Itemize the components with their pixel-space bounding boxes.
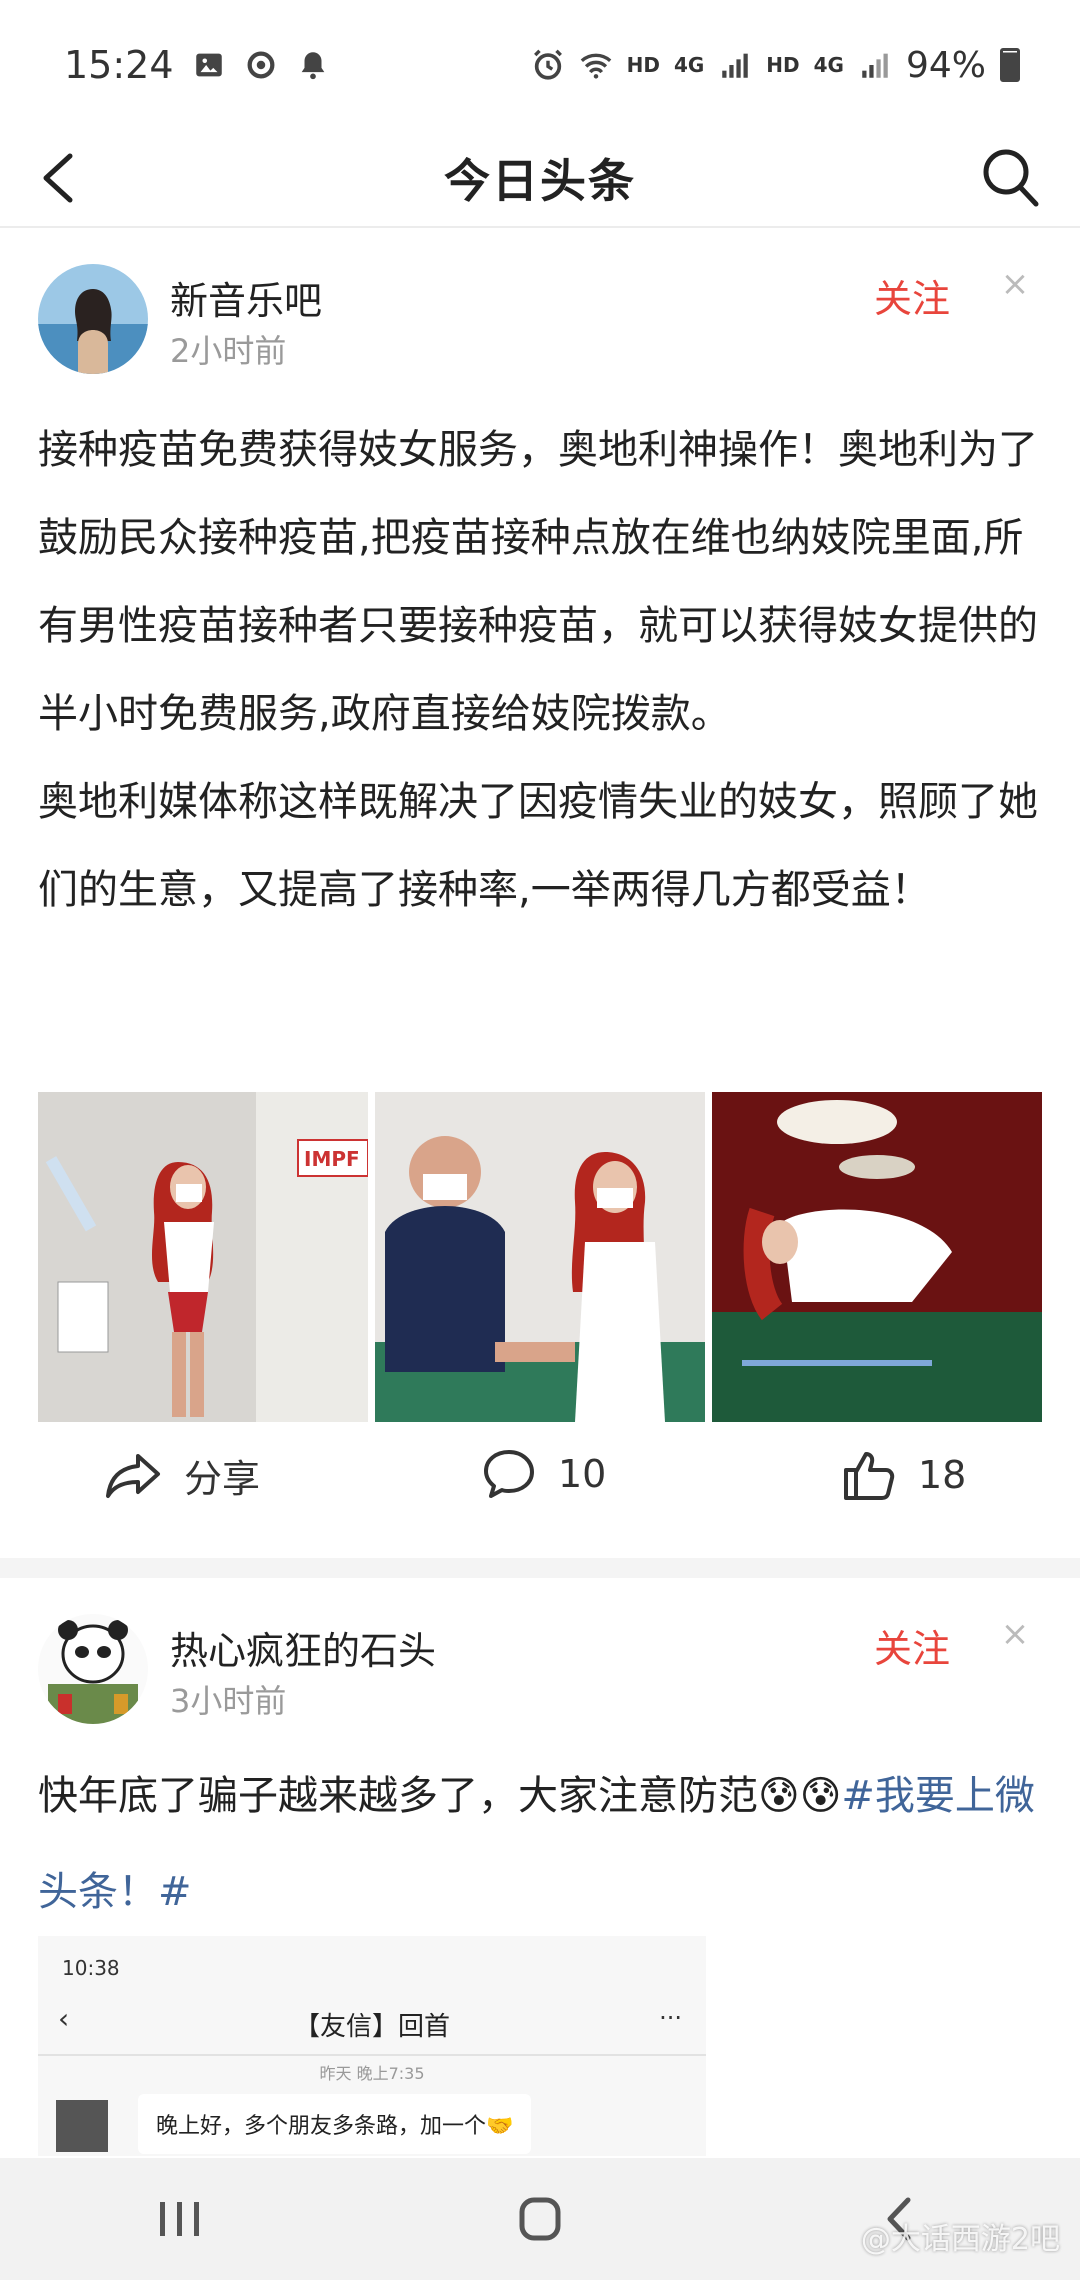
comment-button[interactable]: 10 xyxy=(482,1448,606,1500)
feed-divider xyxy=(0,1558,1080,1578)
network-4g-label: 4G xyxy=(673,53,705,77)
gallery-icon xyxy=(195,53,222,77)
follow-button[interactable]: 关注 xyxy=(874,1618,950,1673)
embedded-title: 【友信】回首 xyxy=(293,2012,450,2042)
post-image[interactable]: IMPF xyxy=(38,1092,368,1422)
hd-label-2: HD xyxy=(766,53,800,77)
signal-icon xyxy=(722,53,749,78)
post-image[interactable] xyxy=(712,1092,1042,1422)
post-text[interactable]: 接种疫苗免费获得妓女服务，奥地利神操作！奥地利为了鼓励民众接种疫苗,把疫苗接种点… xyxy=(38,406,1048,934)
post-time: 3小时前 xyxy=(170,1682,287,1720)
author-name[interactable]: 热心疯狂的石头 xyxy=(170,1620,436,1675)
embedded-divider xyxy=(38,2054,706,2056)
hd-label: HD xyxy=(626,53,660,77)
dismiss-icon[interactable]: × xyxy=(990,264,1040,304)
battery-percent: 94% xyxy=(905,44,986,86)
like-button[interactable]: 18 xyxy=(842,1448,966,1502)
avatar-image xyxy=(38,1614,148,1724)
status-bar: 15:24 HD 4G HD 4G 94% xyxy=(0,0,1080,130)
page-title: 今日头条 xyxy=(444,154,636,208)
embedded-message: 晚上好，多个朋友多条路，加一个🤝 xyxy=(138,2094,532,2154)
author-name[interactable]: 新音乐吧 xyxy=(170,270,322,325)
post-time: 2小时前 xyxy=(170,332,287,370)
post-image-grid: IMPF xyxy=(38,1092,1042,1422)
avatar-image xyxy=(38,264,148,374)
dismiss-icon[interactable]: × xyxy=(990,1614,1040,1654)
embedded-avatar xyxy=(56,2100,108,2152)
post-actions: 分享 10 18 xyxy=(0,1448,1080,1538)
recent-apps-icon[interactable] xyxy=(150,2194,210,2244)
sync-icon xyxy=(247,51,274,79)
post-author-row: 新音乐吧 2小时前 关注 × xyxy=(38,264,1042,376)
share-button[interactable]: 分享 xyxy=(104,1448,260,1503)
post-paragraph: 快年底了骗子越来越多了，大家注意防范😰😰 xyxy=(38,1773,842,1819)
signal-icon-2 xyxy=(862,53,888,78)
post-text[interactable]: 快年底了骗子越来越多了，大家注意防范😰😰#我要上微头条！# xyxy=(38,1748,1048,1940)
feed-post[interactable]: 热心疯狂的石头 3小时前 关注 × 快年底了骗子越来越多了，大家注意防范😰😰#我… xyxy=(0,1578,1080,2158)
embedded-time: 10:38 xyxy=(62,1956,120,1980)
network-4g-label-2: 4G xyxy=(813,53,844,77)
share-label: 分享 xyxy=(184,1457,261,1501)
like-count: 18 xyxy=(918,1453,967,1497)
post-paragraph: 奥地利媒体称这样既解决了因疫情失业的妓女，照顾了她们的生意，又提高了接种率,一举… xyxy=(38,779,1038,913)
avatar[interactable] xyxy=(38,1614,148,1724)
status-time: 15:24 xyxy=(64,43,174,87)
avatar[interactable] xyxy=(38,264,148,374)
embedded-more-icon: ··· xyxy=(659,2004,682,2032)
post-paragraph: 接种疫苗免费获得妓女服务，奥地利神操作！奥地利为了鼓励民众接种疫苗,把疫苗接种点… xyxy=(38,427,1038,737)
comment-icon xyxy=(484,1450,534,1498)
wifi-icon xyxy=(580,53,611,79)
bell-icon xyxy=(301,52,324,80)
comment-count: 10 xyxy=(558,1452,607,1496)
follow-button[interactable]: 关注 xyxy=(874,268,950,323)
alarm-icon xyxy=(533,49,562,80)
feed-post[interactable]: 新音乐吧 2小时前 关注 × 接种疫苗免费获得妓女服务，奥地利神操作！奥地利为了… xyxy=(0,228,1080,1558)
share-icon xyxy=(106,1453,160,1498)
search-icon[interactable] xyxy=(978,144,1042,210)
home-icon[interactable] xyxy=(510,2194,570,2244)
post-image[interactable] xyxy=(375,1092,705,1422)
impf-sign-text: IMPF xyxy=(304,1147,360,1171)
embedded-timestamp: 昨天 晚上7:35 xyxy=(319,2064,425,2083)
watermark-text: @大话西游2吧 xyxy=(860,2222,1060,2257)
back-arrow-icon[interactable] xyxy=(30,146,90,210)
post-image[interactable]: 10:38 ‹ 【友信】回首 ··· 昨天 晚上7:35 晚上好，多个朋友多条路… xyxy=(38,1936,706,2156)
app-header: 今日头条 xyxy=(0,130,1080,228)
post-author-row: 热心疯狂的石头 3小时前 关注 × xyxy=(38,1614,1042,1726)
battery-icon xyxy=(1000,48,1020,82)
thumbs-up-icon xyxy=(844,1452,895,1500)
